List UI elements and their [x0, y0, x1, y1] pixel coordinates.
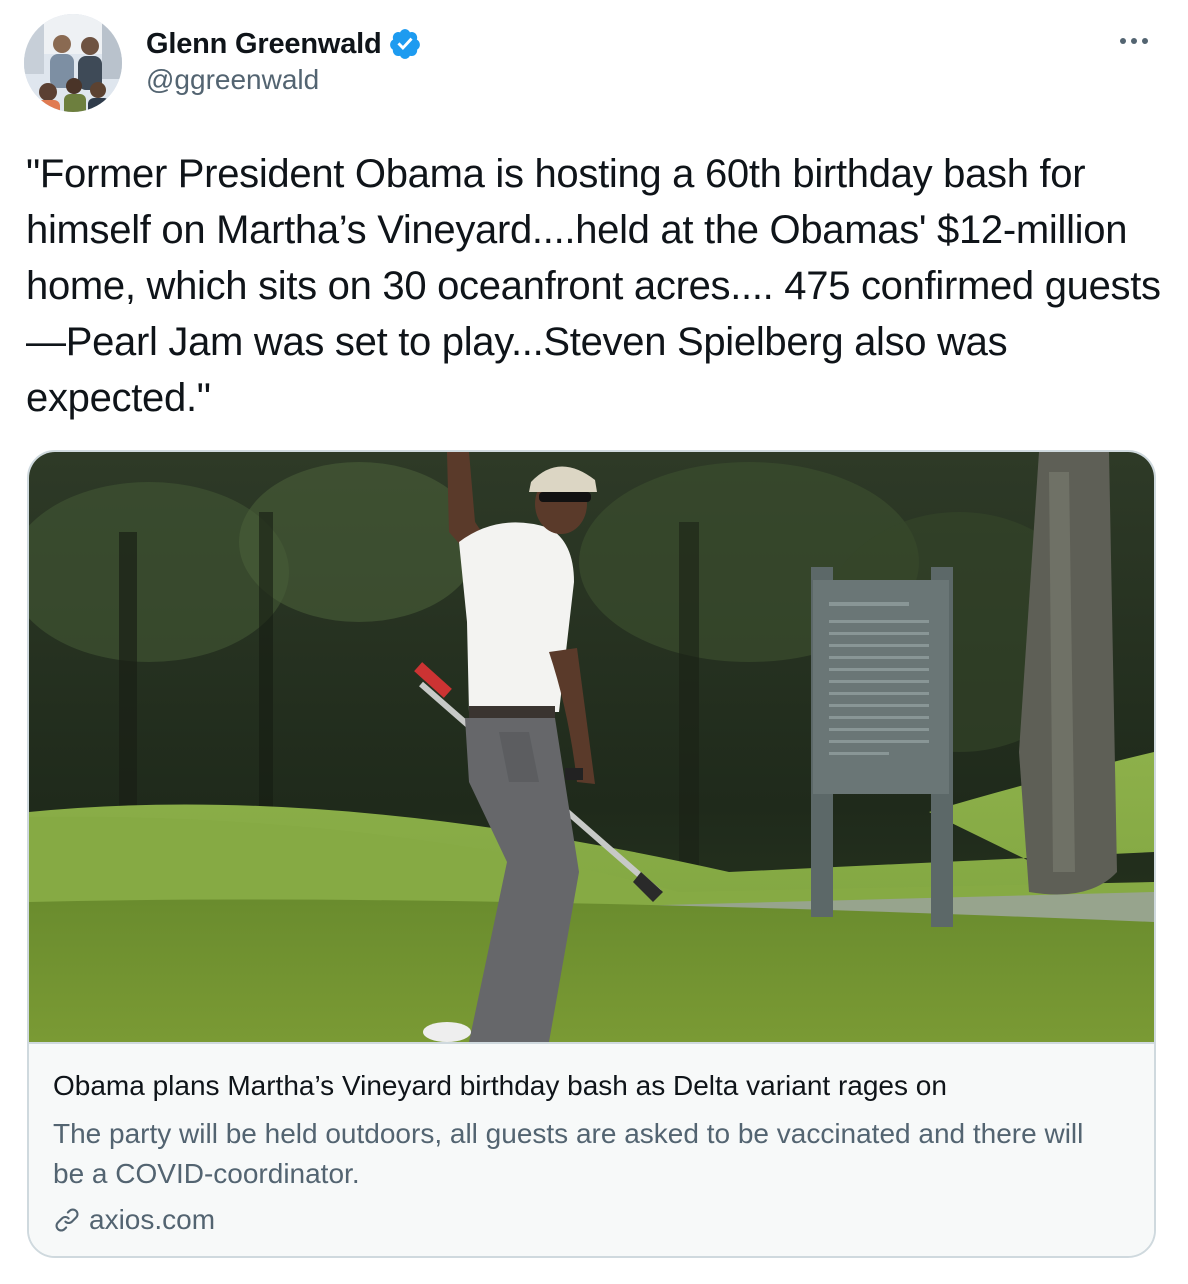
link-card[interactable]: Obama plans Martha’s Vineyard birthday b…	[27, 450, 1156, 1258]
card-title[interactable]: Obama plans Martha’s Vineyard birthday b…	[53, 1070, 947, 1102]
verified-badge-icon	[388, 27, 422, 61]
card-domain-text: axios.com	[89, 1204, 216, 1235]
more-options-button[interactable]	[1114, 26, 1154, 56]
author-handle[interactable]: @ggreenwald	[146, 64, 319, 96]
link-icon	[53, 1206, 81, 1234]
card-description: The party will be held outdoors, all gue…	[53, 1118, 1084, 1189]
card-meta: Obama plans Martha’s Vineyard birthday b…	[29, 1042, 1154, 1256]
author-avatar[interactable]	[24, 14, 122, 112]
tweet: Glenn Greenwald @ggreenwald "Former Pres…	[0, 0, 1188, 1284]
tweet-text: "Former President Obama is hosting a 60t…	[26, 152, 1172, 420]
family-photo-avatar-icon	[24, 14, 122, 112]
more-horizontal-icon-dot	[1120, 38, 1126, 44]
card-domain[interactable]: axios.com	[53, 1204, 215, 1236]
author-name-row: Glenn Greenwald	[146, 24, 422, 64]
golf-course-photo-icon	[29, 452, 1154, 1042]
more-horizontal-icon-dot	[1142, 38, 1148, 44]
more-horizontal-icon-dot	[1131, 38, 1137, 44]
card-image[interactable]	[29, 452, 1154, 1042]
author-display-name[interactable]: Glenn Greenwald	[146, 28, 382, 61]
